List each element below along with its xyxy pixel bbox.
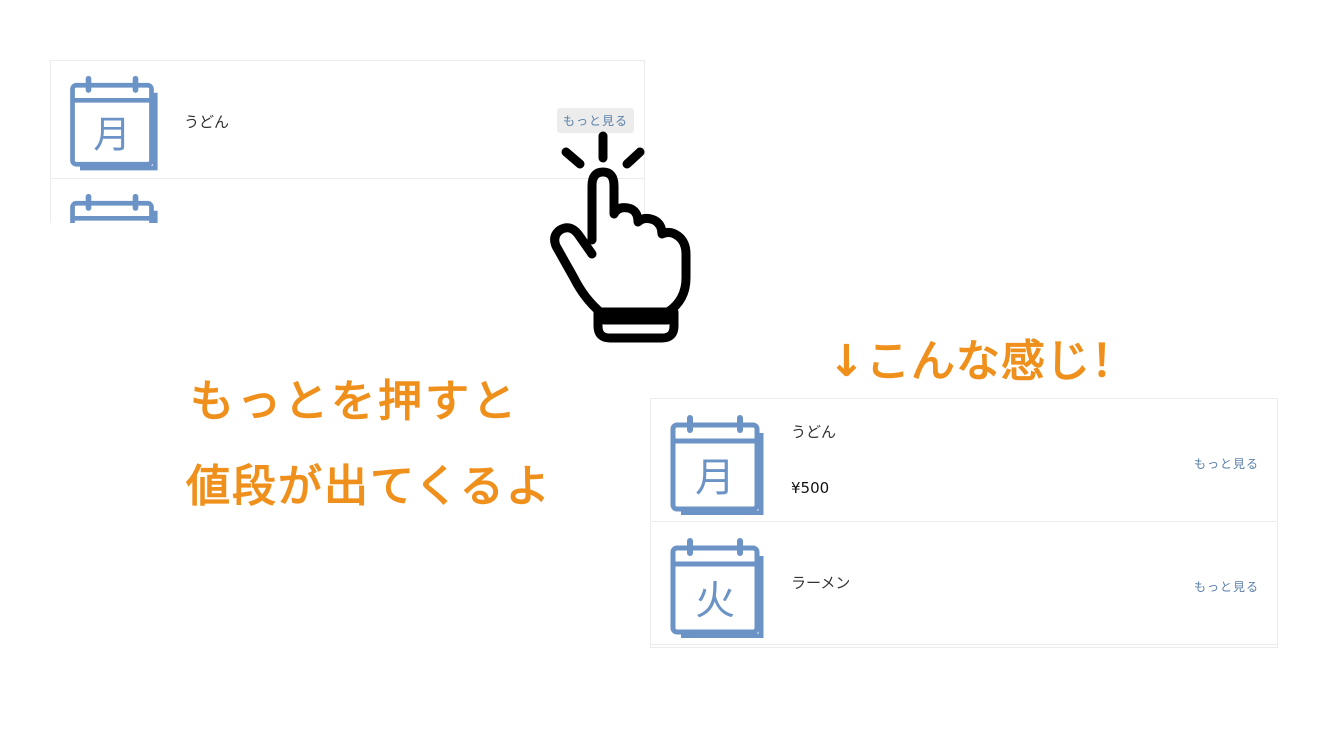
item-price: ¥500 bbox=[791, 479, 830, 497]
calendar-icon: 月 bbox=[65, 71, 159, 171]
calendar-day-char: 月 bbox=[695, 455, 735, 501]
item-name: ラーメン bbox=[791, 574, 851, 592]
more-button[interactable]: もっと見る bbox=[1188, 574, 1265, 599]
hand-tap-icon bbox=[540, 128, 700, 346]
annotation-line-2: 値段が出てくるよ bbox=[186, 461, 552, 512]
list-item-udon: 月 うどん ¥500 もっと見る bbox=[651, 399, 1277, 522]
item-name: うどん bbox=[791, 423, 837, 441]
annotation-result: ↓こんな感じ！ bbox=[828, 336, 1136, 387]
annotation-line-1: もっとを押すと bbox=[190, 376, 519, 427]
more-button[interactable]: もっと見る bbox=[1188, 451, 1265, 476]
calendar-icon: 火 bbox=[65, 189, 159, 223]
calendar-icon: 月 bbox=[665, 411, 765, 515]
item-name: うどん bbox=[184, 113, 230, 131]
calendar-day-char: 火 bbox=[695, 578, 735, 624]
list-after: 月 うどん ¥500 もっと見る 火 ラーメン もっと見る bbox=[650, 398, 1278, 648]
list-item-ramen: 火 ラーメン もっと見る bbox=[651, 522, 1277, 645]
calendar-icon: 火 bbox=[665, 534, 765, 638]
calendar-day-char: 月 bbox=[93, 112, 131, 156]
